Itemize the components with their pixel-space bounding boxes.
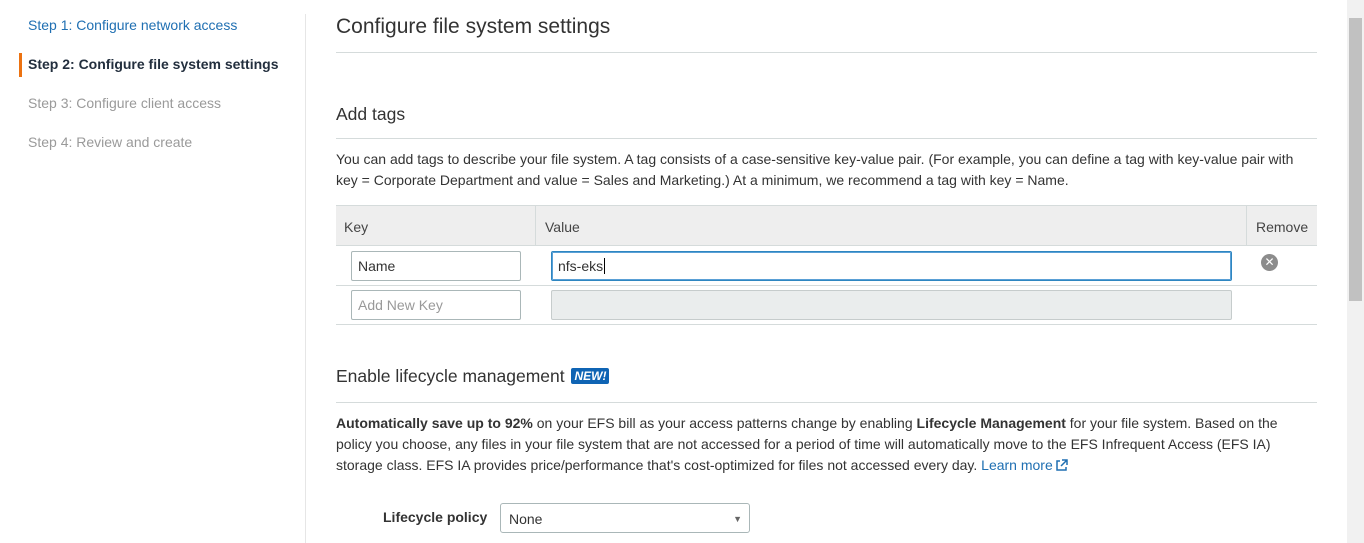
column-header-value: Value [545,219,580,235]
new-tag-value-input [551,290,1232,320]
lifecycle-management-highlight: Lifecycle Management [916,415,1066,431]
tags-table-header: Key Value Remove [336,205,1317,246]
nav-divider [305,14,306,543]
tags-table: Key Value Remove Name nfs-eks ✕ Add New … [336,205,1317,325]
row-divider [336,324,1317,325]
tag-key-input[interactable]: Name [351,251,521,281]
page-scrollbar[interactable] [1347,0,1364,543]
step-1-link[interactable]: Step 1: Configure network access [28,17,237,33]
add-tags-title: Add tags [336,104,406,124]
column-separator [535,206,536,246]
scrollbar-thumb[interactable] [1349,18,1362,301]
tags-description: You can add tags to describe your file s… [336,151,1294,188]
column-header-key: Key [344,219,369,235]
column-header-remove: Remove [1256,219,1309,235]
tag-value-text: nfs-eks [558,258,604,274]
lifecycle-policy-value: None [509,511,543,527]
active-step-indicator [19,53,22,77]
lifecycle-title-text: Enable lifecycle management [336,366,565,386]
new-tag-key-input[interactable]: Add New Key [351,290,521,320]
new-tag-key-placeholder: Add New Key [358,297,443,313]
tag-key-value: Name [358,258,396,274]
remove-tag-icon[interactable]: ✕ [1261,254,1278,271]
column-separator [1246,206,1247,246]
lifecycle-description: Automatically save up to 92% on your EFS… [336,413,1317,476]
lifecycle-policy-label: Lifecycle policy [383,509,488,525]
dropdown-arrow-icon: ▼ [733,514,742,524]
new-badge: NEW! [571,368,610,384]
savings-highlight: Automatically save up to 92% [336,415,533,431]
row-divider [336,285,1317,286]
lifecycle-divider [336,402,1317,403]
tag-value-input[interactable]: nfs-eks [551,251,1232,281]
step-4-label: Step 4: Review and create [28,134,193,150]
wizard-steps-nav: Step 1: Configure network access Step 2:… [0,0,306,543]
title-divider [336,52,1317,53]
desc-text-1: on your EFS bill as your access patterns… [532,415,917,431]
external-link-icon[interactable] [1055,459,1068,472]
page-title: Configure file system settings [336,15,611,38]
step-2-current: Step 2: Configure file system settings [28,56,279,72]
step-3-label: Step 3: Configure client access [28,95,221,111]
lifecycle-policy-select[interactable]: None ▼ [500,503,750,533]
lifecycle-title: Enable lifecycle management NEW! [336,366,610,387]
tags-divider [336,138,1317,139]
learn-more-link[interactable]: Learn more [981,457,1053,473]
text-cursor [604,258,606,274]
